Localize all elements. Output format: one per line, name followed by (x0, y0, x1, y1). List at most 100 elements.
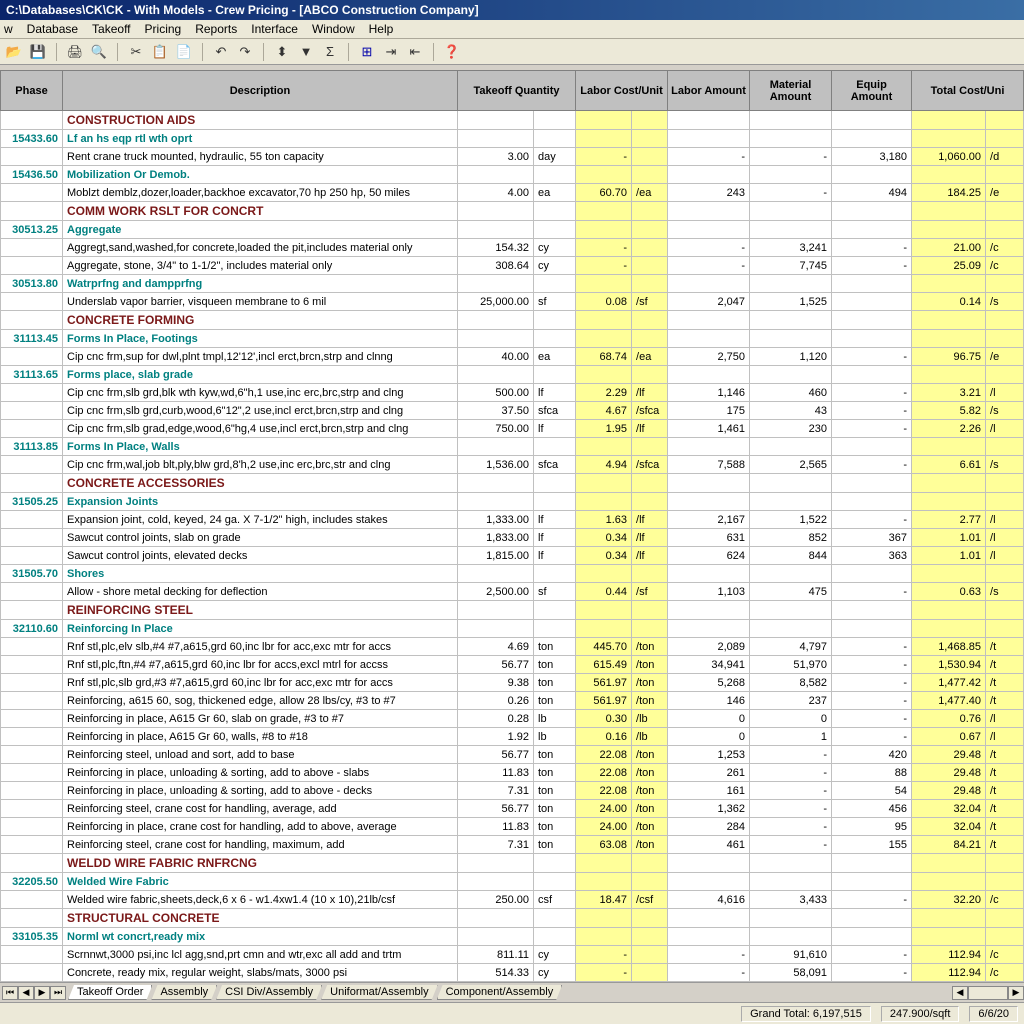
paste-icon[interactable]: 📄 (176, 44, 192, 60)
table-row[interactable]: Reinforcing in place, A615 Gr 60, slab o… (1, 710, 1024, 728)
table-row[interactable]: Cip cnc frm,slb grd,blk wth kyw,wd,6"h,1… (1, 384, 1024, 402)
chart-icon[interactable]: ⊞ (359, 44, 375, 60)
col-header[interactable]: Labor Amount (668, 71, 750, 111)
table-row[interactable]: 31505.70Shores (1, 565, 1024, 583)
table-row[interactable]: CONSTRUCTION AIDS (1, 111, 1024, 130)
table-row[interactable]: Cip cnc frm,slb grd,curb,wood,6"12",2 us… (1, 402, 1024, 420)
tab-csi-div-assembly[interactable]: CSI Div/Assembly (216, 985, 322, 1000)
grid[interactable]: PhaseDescriptionTakeoff QuantityLabor Co… (0, 70, 1024, 1002)
col-header[interactable]: Labor Cost/Unit (576, 71, 668, 111)
preview-icon[interactable]: 🔍 (91, 44, 107, 60)
table-row[interactable]: Expansion joint, cold, keyed, 24 ga. X 7… (1, 511, 1024, 529)
scroll-thumb[interactable] (968, 986, 1008, 1000)
table-row[interactable]: COMM WORK RSLT FOR CONCRT (1, 202, 1024, 221)
table-row[interactable]: Aggregate, stone, 3/4" to 1-1/2", includ… (1, 257, 1024, 275)
col-header[interactable]: Total Cost/Uni (912, 71, 1024, 111)
table-row[interactable]: Scrnnwt,3000 psi,inc lcl agg,snd,prt cmn… (1, 946, 1024, 964)
table-row[interactable]: Reinforcing, a615 60, sog, thickened edg… (1, 692, 1024, 710)
table-row[interactable]: Rnf stl,plc,ftn,#4 #7,a615,grd 60,inc lb… (1, 656, 1024, 674)
table-row[interactable]: Moblzt demblz,dozer,loader,backhoe excav… (1, 184, 1024, 202)
table-row[interactable]: WELDD WIRE FABRIC RNFRCNG (1, 854, 1024, 873)
table-row[interactable]: 32110.60Reinforcing In Place (1, 620, 1024, 638)
table-row[interactable]: Underslab vapor barrier, visqueen membra… (1, 293, 1024, 311)
table-row[interactable]: 31113.85Forms In Place, Walls (1, 438, 1024, 456)
table-row[interactable]: Reinforcing in place, crane cost for han… (1, 818, 1024, 836)
table-row[interactable]: 33105.35Norml wt concrt,ready mix (1, 928, 1024, 946)
table-row[interactable]: Concrete, ready mix, regular weight, sla… (1, 964, 1024, 982)
table-row[interactable]: Reinforcing steel, crane cost for handli… (1, 836, 1024, 854)
table-row[interactable]: Reinforcing in place, A615 Gr 60, walls,… (1, 728, 1024, 746)
table-row[interactable]: REINFORCING STEEL (1, 601, 1024, 620)
copy-icon[interactable]: 📋 (152, 44, 168, 60)
status-rate: 247.900/sqft (881, 1006, 960, 1022)
table-row[interactable]: Rent crane truck mounted, hydraulic, 55 … (1, 148, 1024, 166)
table-row[interactable]: Reinforcing steel, unload and sort, add … (1, 746, 1024, 764)
table-row[interactable]: 31113.45Forms In Place, Footings (1, 330, 1024, 348)
table-row[interactable]: Allow - shore metal decking for deflecti… (1, 583, 1024, 601)
tab-last-icon[interactable]: ⏭ (50, 986, 66, 1000)
tab-uniformat-assembly[interactable]: Uniformat/Assembly (321, 985, 437, 1000)
tab-takeoff-order[interactable]: Takeoff Order (68, 985, 152, 1000)
status-grand-total: Grand Total: 6,197,515 (741, 1006, 871, 1022)
title-bar: C:\Databases\CK\CK - With Models - Crew … (0, 0, 1024, 20)
table-row[interactable]: STRUCTURAL CONCRETE (1, 909, 1024, 928)
table-row[interactable]: 15433.60Lf an hs eqp rtl wth oprt (1, 130, 1024, 148)
menu-window[interactable]: Window (312, 22, 355, 36)
sigma-icon[interactable]: Σ (322, 44, 338, 60)
table-row[interactable]: CONCRETE ACCESSORIES (1, 474, 1024, 493)
menu-bar: w Database Takeoff Pricing Reports Interface W… (0, 20, 1024, 39)
table-row[interactable]: CONCRETE FORMING (1, 311, 1024, 330)
table-row[interactable]: 32205.50Welded Wire Fabric (1, 873, 1024, 891)
col-header[interactable]: Equip Amount (832, 71, 912, 111)
cut-icon[interactable]: ✂ (128, 44, 144, 60)
table-row[interactable]: 30513.25Aggregate (1, 221, 1024, 239)
menu-reports[interactable]: Reports (195, 22, 237, 36)
menu-database[interactable]: Database (27, 22, 78, 36)
table-row[interactable]: Reinforcing in place, unloading & sortin… (1, 764, 1024, 782)
menu-help[interactable]: Help (369, 22, 394, 36)
col-header[interactable]: Description (63, 71, 458, 111)
table-row[interactable]: Sawcut control joints, slab on grade1,83… (1, 529, 1024, 547)
estimate-table[interactable]: PhaseDescriptionTakeoff QuantityLabor Co… (0, 70, 1024, 1000)
table-row[interactable]: Reinforcing in place, unloading & sortin… (1, 782, 1024, 800)
col-header[interactable]: Phase (1, 71, 63, 111)
status-bar: Grand Total: 6,197,515 247.900/sqft 6/6/… (0, 1002, 1024, 1024)
menu-pricing[interactable]: Pricing (145, 22, 182, 36)
table-row[interactable]: Rnf stl,plc,elv slb,#4 #7,a615,grd 60,in… (1, 638, 1024, 656)
table-row[interactable]: 31113.65Forms place, slab grade (1, 366, 1024, 384)
tab-component-assembly[interactable]: Component/Assembly (437, 985, 563, 1000)
menu-interface[interactable]: Interface (251, 22, 298, 36)
filter-icon[interactable]: ▼ (298, 44, 314, 60)
table-row[interactable]: 15436.50Mobilization Or Demob. (1, 166, 1024, 184)
table-row[interactable]: Welded wire fabric,sheets,deck,6 x 6 - w… (1, 891, 1024, 909)
redo-icon[interactable]: ↷ (237, 44, 253, 60)
table-row[interactable]: Reinforcing steel, crane cost for handli… (1, 800, 1024, 818)
menu-w[interactable]: w (4, 22, 13, 36)
tab-prev-icon[interactable]: ◀ (18, 986, 34, 1000)
save-icon[interactable]: 💾 (30, 44, 46, 60)
scroll-right-icon[interactable]: ▶ (1008, 986, 1024, 1000)
tab-assembly[interactable]: Assembly (151, 985, 217, 1000)
help-icon[interactable]: ❓ (444, 44, 460, 60)
undo-icon[interactable]: ↶ (213, 44, 229, 60)
open-icon[interactable]: 📂 (6, 44, 22, 60)
tool1-icon[interactable]: ⇥ (383, 44, 399, 60)
table-row[interactable]: Sawcut control joints, elevated decks1,8… (1, 547, 1024, 565)
table-row[interactable]: Cip cnc frm,slb grad,edge,wood,6"hg,4 us… (1, 420, 1024, 438)
tool2-icon[interactable]: ⇤ (407, 44, 423, 60)
sheet-tabs[interactable]: ⏮ ◀ ▶ ⏭ Takeoff OrderAssemblyCSI Div/Ass… (0, 982, 1024, 1002)
scroll-left-icon[interactable]: ◀ (952, 986, 968, 1000)
sort-icon[interactable]: ⬍ (274, 44, 290, 60)
table-row[interactable]: Rnf stl,plc,slb grd,#3 #7,a615,grd 60,in… (1, 674, 1024, 692)
table-row[interactable]: Aggregt,sand,washed,for concrete,loaded … (1, 239, 1024, 257)
print-icon[interactable]: 🖨 (67, 44, 83, 60)
table-row[interactable]: 30513.80Watrprfng and dampprfng (1, 275, 1024, 293)
col-header[interactable]: Material Amount (750, 71, 832, 111)
tab-next-icon[interactable]: ▶ (34, 986, 50, 1000)
menu-takeoff[interactable]: Takeoff (92, 22, 130, 36)
table-row[interactable]: 31505.25Expansion Joints (1, 493, 1024, 511)
table-row[interactable]: Cip cnc frm,sup for dwl,plnt tmpl,12'12'… (1, 348, 1024, 366)
col-header[interactable]: Takeoff Quantity (458, 71, 576, 111)
table-row[interactable]: Cip cnc frm,wal,job blt,ply,blw grd,8'h,… (1, 456, 1024, 474)
tab-first-icon[interactable]: ⏮ (2, 986, 18, 1000)
